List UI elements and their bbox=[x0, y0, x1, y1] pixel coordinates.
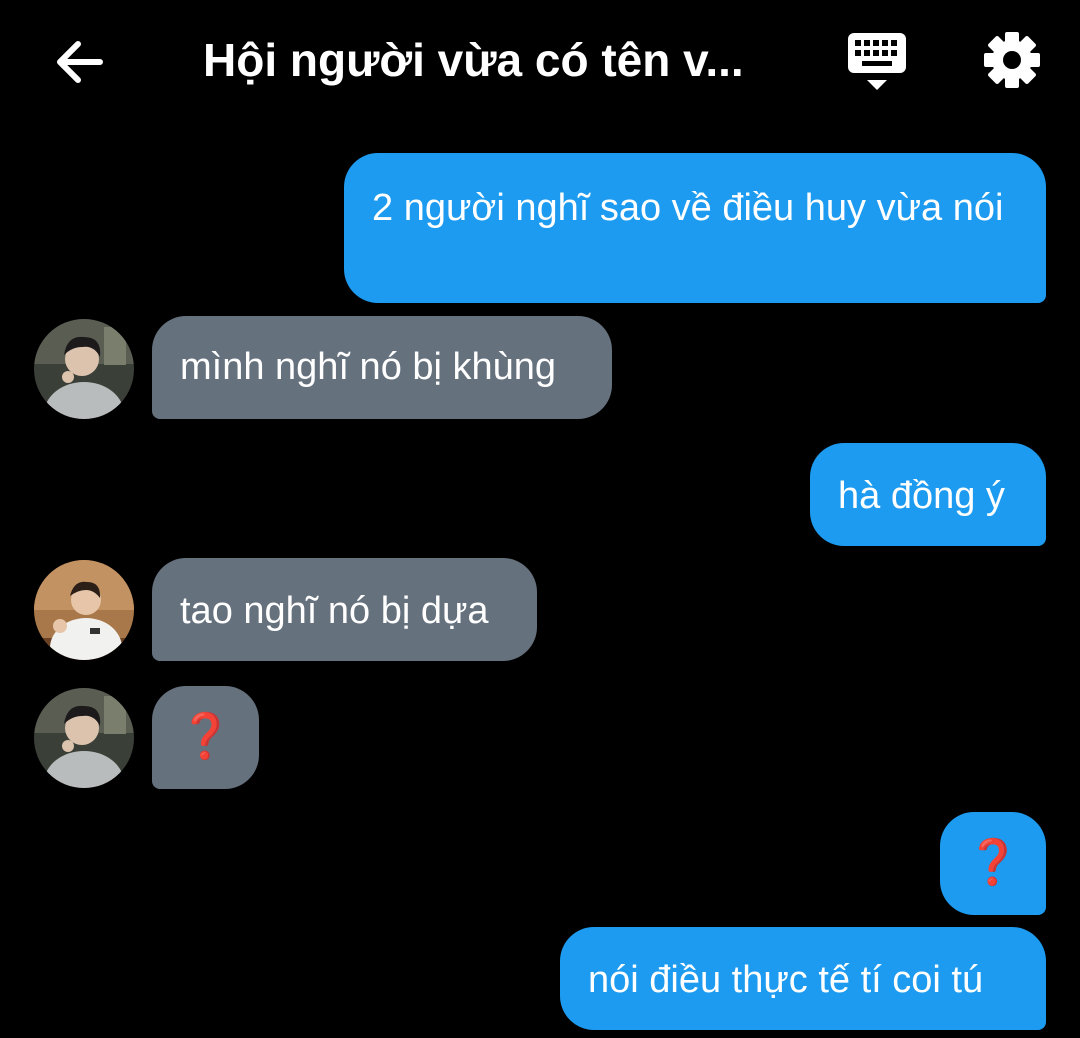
message-bubble-outgoing[interactable]: nói điều thực tế tí coi tú bbox=[560, 927, 1046, 1030]
chat-header: Hội người vừa có tên v... bbox=[0, 0, 1080, 120]
message-text: ❓ bbox=[965, 838, 1021, 887]
message-bubble-outgoing[interactable]: ❓ bbox=[940, 812, 1046, 915]
keyboard-button[interactable] bbox=[846, 30, 910, 94]
message-bubble-incoming[interactable]: mình nghĩ nó bị khùng bbox=[152, 316, 612, 419]
keyboard-icon bbox=[848, 33, 906, 90]
message-text: 2 người nghĩ sao về điều huy vừa nói bbox=[372, 187, 1004, 229]
gear-icon bbox=[984, 32, 1040, 88]
message-text: hà đồng ý bbox=[838, 475, 1005, 517]
message-text: nói điều thực tế tí coi tú bbox=[588, 959, 984, 1001]
back-button[interactable] bbox=[48, 30, 112, 94]
message-text: tao nghĩ nó bị dựa bbox=[180, 590, 489, 632]
chat-screen: Hội người vừa có tên v... 2 người nghĩ s… bbox=[0, 0, 1080, 1038]
avatar[interactable] bbox=[34, 688, 134, 788]
message-bubble-incoming[interactable]: tao nghĩ nó bị dựa bbox=[152, 558, 537, 661]
settings-button[interactable] bbox=[980, 28, 1044, 92]
message-text: ❓ bbox=[178, 712, 233, 761]
message-bubble-outgoing[interactable]: hà đồng ý bbox=[810, 443, 1046, 546]
avatar[interactable] bbox=[34, 560, 134, 660]
message-text: mình nghĩ nó bị khùng bbox=[180, 346, 557, 388]
message-bubble-incoming[interactable]: ❓ bbox=[152, 686, 259, 789]
avatar[interactable] bbox=[34, 319, 134, 419]
arrow-left-icon bbox=[57, 41, 103, 83]
conversation-title[interactable]: Hội người vừa có tên v... bbox=[203, 30, 744, 90]
message-bubble-outgoing[interactable]: 2 người nghĩ sao về điều huy vừa nói bbox=[344, 153, 1046, 303]
